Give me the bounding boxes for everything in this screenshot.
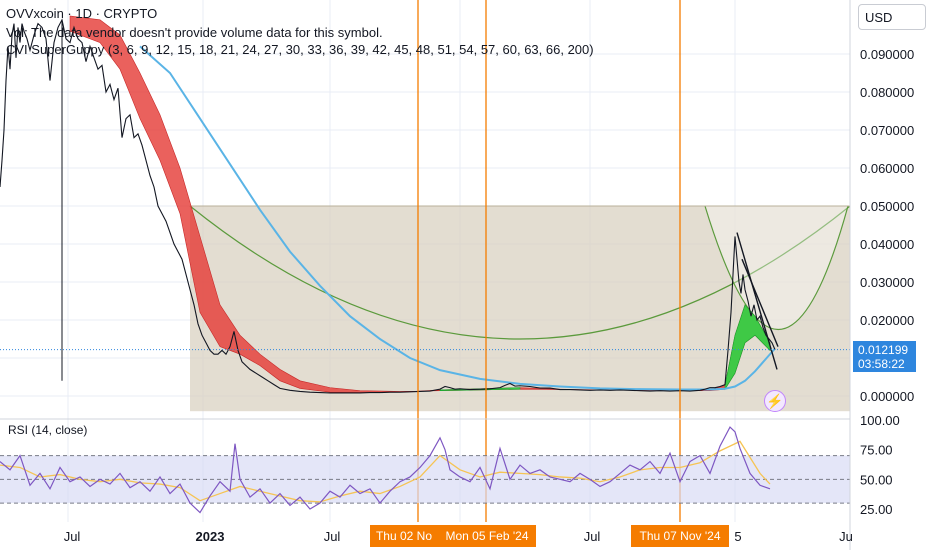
rsi-axis-label: 25.00 (860, 502, 893, 517)
price-axis-label: 0.070000 (860, 123, 914, 138)
price-axis-label: 0.040000 (860, 237, 914, 252)
time-axis-label: Ju (839, 529, 853, 544)
volume-notice: Vol: The data vendor doesn't provide vol… (6, 25, 383, 40)
last-price-badge: 0.012199 03:58:22 (853, 341, 916, 372)
price-axis-label: 0.060000 (860, 161, 914, 176)
rsi-axis-label: 75.00 (860, 443, 893, 458)
time-marker-badge-2: Mon 05 Feb '24 (438, 525, 536, 547)
time-axis-label: Jul (324, 529, 341, 544)
time-marker-badge-3: Thu 07 Nov '24 (631, 525, 729, 547)
time-axis-label: Jul (64, 529, 81, 544)
rsi-legend[interactable]: RSI (14, close) (8, 423, 87, 437)
price-axis-label: 0.090000 (860, 47, 914, 62)
rsi-axis-label: 100.00 (860, 413, 900, 428)
time-marker-badge-1: Thu 02 No (370, 525, 438, 547)
time-axis-label: 2023 (196, 529, 225, 544)
lightning-icon[interactable]: ⚡ (764, 390, 786, 412)
chart-canvas[interactable]: 0.0000000.0100000.0200000.0300000.040000… (0, 0, 932, 550)
indicator-legend[interactable]: CVI SuperGuppy (3, 6, 9, 12, 15, 18, 21,… (6, 42, 594, 57)
time-axis-label: Jul (584, 529, 601, 544)
price-axis-label: 0.020000 (860, 313, 914, 328)
price-axis-label: 0.080000 (860, 85, 914, 100)
price-axis-label: 0.030000 (860, 275, 914, 290)
rsi-axis-label: 50.00 (860, 472, 893, 487)
price-axis-label: 0.000000 (860, 389, 914, 404)
last-price-value: 0.012199 (858, 343, 909, 357)
price-axis-label: 0.050000 (860, 199, 914, 214)
symbol-title[interactable]: OVVxcoin · 1D · CRYPTO (6, 6, 157, 21)
currency-button[interactable]: USD (858, 4, 926, 30)
time-axis-label: 5 (734, 529, 741, 544)
bar-countdown: 03:58:22 (858, 357, 905, 371)
